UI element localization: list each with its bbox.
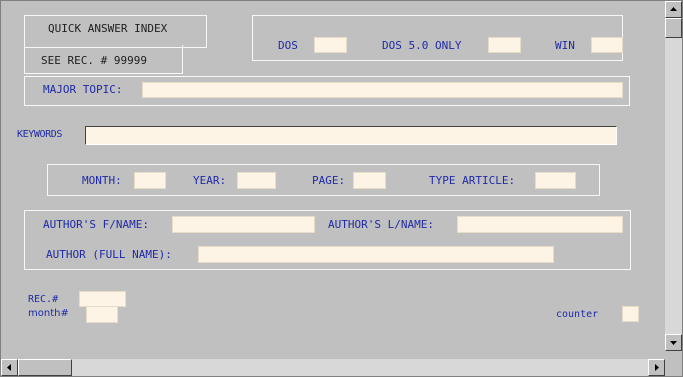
win-label: WIN: [555, 39, 575, 52]
dos-label: DOS: [278, 39, 298, 52]
keywords-label: KEYWORDS: [17, 129, 62, 140]
horizontal-scroll-thumb[interactable]: [18, 359, 72, 376]
platform-group: [252, 15, 623, 61]
type-article-label: TYPE ARTICLE:: [429, 174, 516, 187]
scroll-up-button[interactable]: [665, 1, 682, 18]
scroll-down-button[interactable]: [665, 334, 682, 351]
rec-number-field[interactable]: [79, 291, 126, 307]
major-topic-field[interactable]: [142, 82, 623, 98]
triangle-up-icon: [670, 7, 677, 11]
page-label: PAGE:: [312, 174, 346, 187]
author-last-label: AUTHOR'S L/NAME:: [328, 218, 434, 231]
counter-label: counter: [556, 309, 599, 320]
counter-field[interactable]: [622, 306, 639, 322]
month-label: MONTH:: [82, 174, 122, 187]
form-window: QUICK ANSWER INDEX SEE REC. # 99999 DOS …: [0, 0, 683, 377]
scrollbar-corner: [665, 359, 682, 376]
month-number-label: month#: [28, 308, 69, 319]
month-field[interactable]: [134, 172, 166, 189]
keywords-field[interactable]: [85, 126, 617, 145]
major-topic-label: MAJOR TOPIC:: [43, 83, 123, 96]
year-field[interactable]: [237, 172, 276, 189]
author-full-field[interactable]: [198, 246, 554, 263]
rec-number-label: REC.#: [28, 294, 59, 305]
author-last-field[interactable]: [457, 216, 623, 233]
dos5-field[interactable]: [488, 37, 521, 53]
year-label: YEAR:: [193, 174, 227, 187]
page-field[interactable]: [353, 172, 386, 189]
dos5-label: DOS 5.0 ONLY: [382, 39, 462, 52]
triangle-down-icon: [670, 341, 677, 345]
triangle-right-icon: [655, 364, 659, 371]
scroll-left-button[interactable]: [1, 359, 18, 376]
dos-field[interactable]: [314, 37, 347, 53]
win-field[interactable]: [591, 37, 623, 53]
author-first-field[interactable]: [172, 216, 315, 233]
see-rec-text: SEE REC. # 99999: [41, 54, 147, 67]
scroll-right-button[interactable]: [648, 359, 665, 376]
triangle-left-icon: [7, 364, 11, 371]
horizontal-scrollbar[interactable]: [1, 359, 665, 376]
vertical-scrollbar[interactable]: [665, 1, 682, 351]
month-number-field[interactable]: [86, 306, 118, 323]
form-title: QUICK ANSWER INDEX: [48, 22, 168, 35]
author-full-label: AUTHOR (FULL NAME):: [46, 248, 172, 261]
type-article-field[interactable]: [535, 172, 576, 189]
vertical-scroll-thumb[interactable]: [665, 18, 682, 38]
author-first-label: AUTHOR'S F/NAME:: [43, 218, 149, 231]
